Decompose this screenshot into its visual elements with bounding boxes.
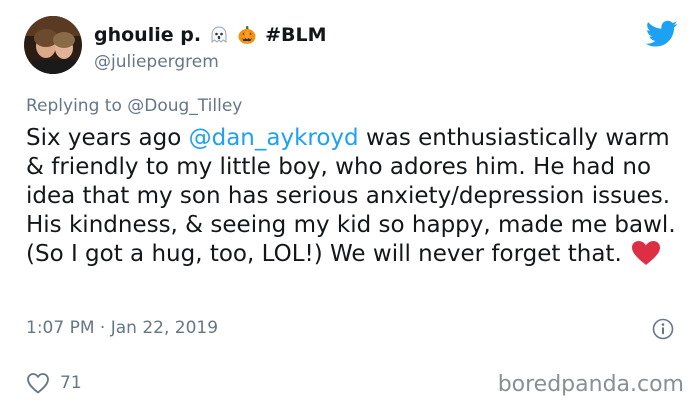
handle[interactable]: @juliepergrem bbox=[94, 54, 326, 71]
hashtag[interactable]: #BLM bbox=[265, 25, 326, 45]
tweet-text: Six years ago @dan_aykroyd was enthusias… bbox=[26, 124, 686, 269]
tweet-mention[interactable]: @dan_aykroyd bbox=[189, 125, 359, 151]
pumpkin-emoji bbox=[237, 25, 257, 45]
tweet-card: ghoulie p. #BLM @juliepergrem Replying t… bbox=[0, 0, 700, 410]
red-heart-emoji bbox=[631, 240, 661, 266]
twitter-bird-icon[interactable] bbox=[645, 20, 678, 48]
avatar[interactable] bbox=[24, 16, 82, 74]
display-name[interactable]: ghoulie p. bbox=[94, 25, 201, 45]
reply-prefix: Replying to bbox=[26, 96, 122, 116]
like-count: 71 bbox=[60, 373, 82, 393]
reply-to-mention[interactable]: @Doug_Tilley bbox=[127, 96, 242, 116]
watermark: boredpanda.com bbox=[497, 372, 684, 397]
heart-outline-icon bbox=[27, 373, 49, 394]
tweet-timestamp[interactable]: 1:07 PM · Jan 22, 2019 bbox=[26, 318, 218, 338]
replying-to-line: Replying to @Doug_Tilley bbox=[26, 96, 242, 116]
display-name-row[interactable]: ghoulie p. #BLM bbox=[94, 22, 326, 48]
like-button[interactable]: 71 bbox=[26, 372, 82, 394]
author-block: ghoulie p. #BLM @juliepergrem bbox=[94, 22, 326, 71]
tweet-text-start: Six years ago bbox=[26, 125, 189, 151]
ghost-emoji bbox=[209, 25, 229, 45]
info-icon[interactable] bbox=[652, 318, 674, 340]
